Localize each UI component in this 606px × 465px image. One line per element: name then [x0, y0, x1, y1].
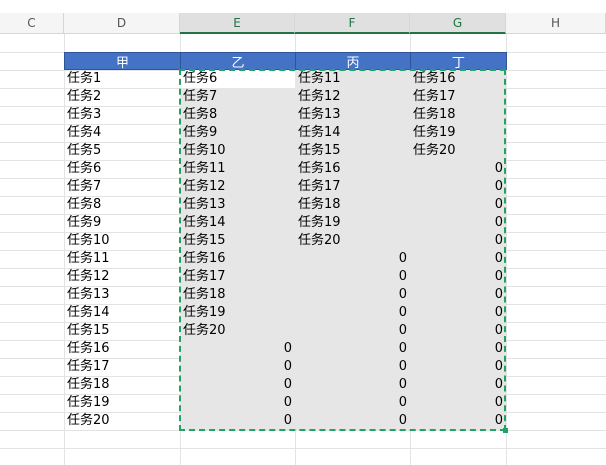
cell-d-4[interactable]: 任务4	[64, 124, 180, 142]
spreadsheet: CDEFGH 甲乙丙丁 任务1 任务2 任务3 任务4 任务5 任务6 任务7 任务8 任务9 任…	[0, 0, 606, 465]
cell-d-15[interactable]: 任务15	[64, 322, 180, 340]
cell-d-9[interactable]: 任务9	[64, 214, 180, 232]
cell-d-19[interactable]: 任务19	[64, 394, 180, 412]
cell-d-18[interactable]: 任务18	[64, 376, 180, 394]
table-header-cell[interactable]: 甲	[64, 52, 181, 71]
cell-d-2[interactable]: 任务2	[64, 88, 180, 106]
fill-handle[interactable]	[503, 428, 508, 433]
cell-d-17[interactable]: 任务17	[64, 358, 180, 376]
cell-d-20[interactable]: 任务20	[64, 412, 180, 430]
cell-d-8[interactable]: 任务8	[64, 196, 180, 214]
cell-d-3[interactable]: 任务3	[64, 106, 180, 124]
cell-d-10[interactable]: 任务10	[64, 232, 180, 250]
cell-d-6[interactable]: 任务6	[64, 160, 180, 178]
table-header-cell[interactable]: 乙	[180, 52, 296, 71]
grid-line-horizontal	[0, 448, 606, 449]
cell-d-5[interactable]: 任务5	[64, 142, 180, 160]
table-header-cell[interactable]: 丙	[295, 52, 411, 71]
cell-d-11[interactable]: 任务11	[64, 250, 180, 268]
cell-d-14[interactable]: 任务14	[64, 304, 180, 322]
column-header-f[interactable]: F	[295, 13, 410, 34]
column-header-e[interactable]: E	[180, 13, 295, 34]
top-strip	[0, 0, 606, 13]
column-header-c[interactable]: C	[0, 13, 64, 34]
cell-d-7[interactable]: 任务7	[64, 178, 180, 196]
copy-marquee	[179, 69, 506, 431]
column-header-g[interactable]: G	[410, 13, 506, 34]
column-header-d[interactable]: D	[64, 13, 180, 34]
table-header-cell[interactable]: 丁	[410, 52, 507, 71]
cell-d-13[interactable]: 任务13	[64, 286, 180, 304]
cell-d-16[interactable]: 任务16	[64, 340, 180, 358]
column-header-h[interactable]: H	[506, 13, 606, 34]
cell-d-12[interactable]: 任务12	[64, 268, 180, 286]
cell-d-1[interactable]: 任务1	[64, 70, 180, 88]
